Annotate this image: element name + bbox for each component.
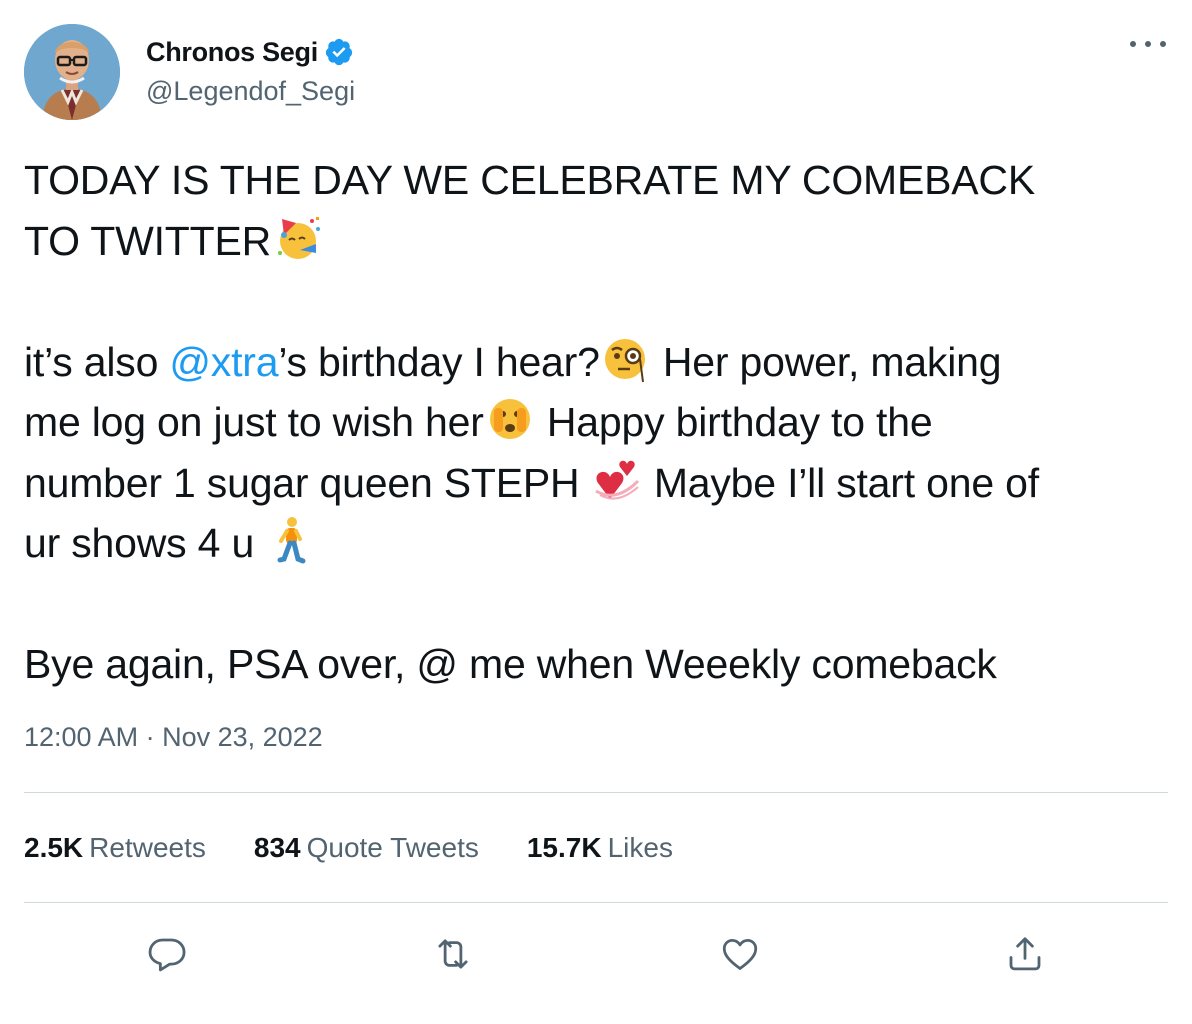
- like-icon[interactable]: [716, 930, 764, 978]
- person-walking-emoji-icon: [266, 515, 316, 565]
- author-block: Chronos Segi @Legendof_Segi: [146, 30, 355, 107]
- tweet-text-segment: Maybe I’ll start one of: [642, 459, 1039, 506]
- tweet-text-segment: Her power, making: [651, 338, 1002, 385]
- divider: [24, 902, 1168, 903]
- quote-tweets-label: Quote Tweets: [306, 832, 479, 863]
- more-dot: [1130, 41, 1136, 47]
- tweet-paragraph-2: it’s also @xtra’s birthday I hear? Her p…: [24, 332, 1174, 574]
- retweets-label: Retweets: [89, 832, 206, 863]
- retweet-icon[interactable]: [429, 930, 477, 978]
- author-display-name[interactable]: Chronos Segi: [146, 37, 318, 68]
- tweet-text-segment: Happy birthday to the: [535, 399, 933, 445]
- share-icon[interactable]: [1001, 930, 1049, 978]
- revolving-hearts-emoji-icon: [592, 455, 642, 505]
- tweet-timestamp[interactable]: 12:00 AM · Nov 23, 2022: [24, 722, 323, 753]
- divider: [24, 792, 1168, 793]
- more-dot: [1145, 41, 1151, 47]
- partying-face-emoji-icon: [272, 213, 322, 263]
- quote-tweets-stat[interactable]: 834 Quote Tweets: [254, 832, 479, 864]
- tweet-text-segment: TODAY IS THE DAY WE CELEBRATE MY COMEBAC…: [24, 157, 1035, 203]
- tweet-text: TODAY IS THE DAY WE CELEBRATE MY COMEBAC…: [24, 150, 1174, 695]
- tweet-paragraph-3: Bye again, PSA over, @ me when Weeekly c…: [24, 634, 1174, 695]
- retweets-count: 2.5K: [24, 832, 84, 863]
- more-options-icon[interactable]: [1130, 32, 1166, 56]
- reply-icon[interactable]: [143, 930, 191, 978]
- avatar[interactable]: [24, 24, 120, 120]
- author-handle[interactable]: @Legendof_Segi: [146, 76, 355, 107]
- tweet-text-segment: me log on just to wish her: [24, 399, 484, 445]
- mention-link[interactable]: @xtra: [169, 339, 278, 385]
- tweet-text-segment: ’s birthday I hear?: [278, 338, 600, 385]
- likes-stat[interactable]: 15.7K Likes: [527, 832, 673, 864]
- retweets-stat[interactable]: 2.5K Retweets: [24, 832, 206, 864]
- quote-tweets-count: 834: [253, 832, 301, 863]
- more-dot: [1160, 41, 1166, 47]
- likes-count: 15.7K: [526, 832, 602, 863]
- face-with-open-eyes-and-hand-over-mouth-emoji-icon: [485, 394, 535, 444]
- face-with-monocle-emoji-icon: [601, 334, 651, 384]
- likes-label: Likes: [607, 832, 673, 863]
- tweet-container: Chronos Segi @Legendof_Segi TODAY IS THE…: [0, 0, 1192, 1024]
- engagement-stats: 2.5K Retweets 834 Quote Tweets 15.7K Likes: [24, 832, 721, 864]
- tweet-text-segment: number 1 sugar queen STEPH: [24, 459, 591, 506]
- avatar-illustration: [24, 24, 120, 120]
- tweet-paragraph-1: TODAY IS THE DAY WE CELEBRATE MY COMEBAC…: [24, 150, 1174, 271]
- tweet-text-segment: it’s also: [24, 338, 170, 385]
- author-name-row: Chronos Segi: [146, 30, 355, 74]
- tweet-text-segment: Bye again, PSA over, @ me when Weeekly c…: [24, 641, 997, 687]
- tweet-text-segment: ur shows 4 u: [24, 520, 266, 566]
- verified-badge-icon: [324, 37, 354, 67]
- tweet-text-segment: TO TWITTER: [24, 217, 272, 264]
- action-bar: [0, 930, 1192, 978]
